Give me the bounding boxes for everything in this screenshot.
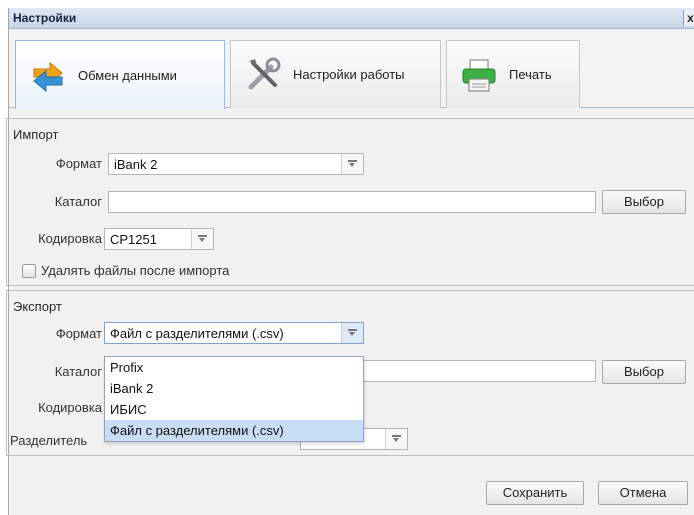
tab-work-settings[interactable]: Настройки работы — [230, 40, 441, 108]
import-choose-button[interactable]: Выбор — [602, 190, 686, 214]
close-button[interactable]: x — [683, 10, 694, 26]
chevron-down-icon[interactable] — [385, 429, 407, 449]
import-catalog-input[interactable] — [108, 191, 596, 213]
dropdown-option[interactable]: Profix — [105, 357, 363, 378]
selected-value: iBank 2 — [114, 157, 158, 172]
export-format-label: Формат — [55, 326, 102, 341]
selected-value: Файл с разделителями (.csv) — [110, 326, 284, 341]
export-format-select[interactable]: Файл с разделителями (.csv) — [104, 322, 364, 344]
tab-data-exchange[interactable]: Обмен данными — [15, 40, 225, 109]
import-encoding-label: Кодировка — [38, 231, 102, 246]
tab-label: Настройки работы — [293, 67, 405, 82]
save-button[interactable]: Сохранить — [486, 481, 584, 505]
dropdown-option[interactable]: iBank 2 — [105, 378, 363, 399]
dropdown-option[interactable]: ИБИС — [105, 399, 363, 420]
window-title: Настройки — [13, 11, 77, 25]
export-catalog-label: Каталог — [54, 364, 102, 379]
export-choose-button[interactable]: Выбор — [602, 360, 686, 384]
selected-value: CP1251 — [110, 232, 157, 247]
dropdown-option-selected[interactable]: Файл с разделителями (.csv) — [105, 420, 363, 441]
export-encoding-label: Кодировка — [38, 400, 102, 415]
section-title: Импорт — [13, 127, 59, 142]
cancel-button[interactable]: Отмена — [598, 481, 688, 505]
import-catalog-label: Каталог — [54, 194, 102, 209]
section-title: Экспорт — [13, 299, 62, 314]
tab-bar: Обмен данными Настройки работы Печать — [9, 30, 694, 109]
tools-icon — [243, 55, 283, 95]
tab-print[interactable]: Печать — [446, 40, 580, 108]
delete-files-checkbox[interactable] — [22, 264, 36, 278]
chevron-down-icon[interactable] — [341, 323, 363, 343]
tab-label: Обмен данными — [78, 67, 177, 83]
chevron-down-icon[interactable] — [341, 154, 363, 174]
format-dropdown-list: Profix iBank 2 ИБИС Файл с разделителями… — [104, 356, 364, 442]
delete-files-label: Удалять файлы после импорта — [41, 263, 230, 278]
title-bar[interactable]: Настройки x — [9, 8, 694, 29]
import-encoding-select[interactable]: CP1251 — [104, 228, 214, 250]
tab-label: Печать — [509, 67, 552, 82]
printer-icon — [459, 55, 499, 95]
export-separator-label: Разделитель — [10, 433, 88, 448]
exchange-arrows-icon — [28, 55, 68, 95]
import-format-label: Формат — [55, 156, 102, 171]
chevron-down-icon[interactable] — [191, 229, 213, 249]
import-format-select[interactable]: iBank 2 — [108, 153, 364, 175]
